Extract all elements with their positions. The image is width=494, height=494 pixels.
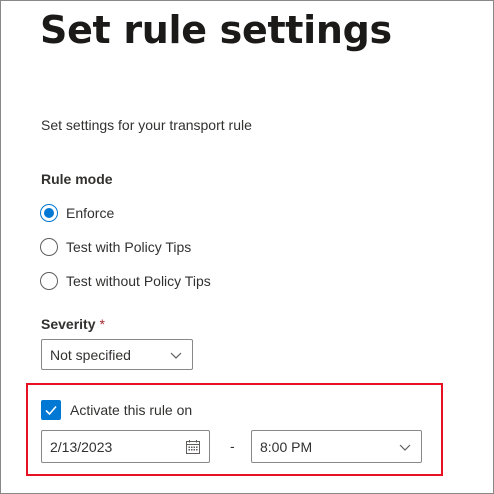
radio-unchecked-icon	[40, 238, 58, 256]
radio-label: Enforce	[66, 205, 115, 221]
activate-rule-checkbox[interactable]: Activate this rule on	[41, 400, 192, 420]
chevron-down-icon	[399, 444, 411, 451]
activation-date-value: 2/13/2023	[50, 438, 113, 455]
severity-label: Severity *	[41, 316, 105, 332]
severity-dropdown[interactable]: Not specified	[41, 339, 193, 370]
severity-label-text: Severity	[41, 316, 96, 332]
activate-rule-label: Activate this rule on	[70, 402, 193, 418]
radio-label: Test with Policy Tips	[66, 239, 192, 255]
page-title: Set rule settings	[40, 8, 392, 52]
radio-checked-icon	[40, 204, 58, 222]
calendar-icon[interactable]	[185, 439, 201, 455]
date-time-separator: -	[230, 438, 235, 454]
checkmark-icon	[41, 400, 61, 420]
activation-time-value: 8:00 PM	[260, 438, 313, 455]
radio-test-with-policy-tips[interactable]: Test with Policy Tips	[40, 236, 191, 258]
radio-unchecked-icon	[40, 272, 58, 290]
activation-date-picker[interactable]: 2/13/2023	[41, 430, 210, 463]
radio-test-without-policy-tips[interactable]: Test without Policy Tips	[40, 270, 211, 292]
chevron-down-icon	[170, 352, 182, 359]
required-marker: *	[99, 316, 105, 332]
activation-time-dropdown[interactable]: 8:00 PM	[251, 430, 422, 463]
rule-mode-label: Rule mode	[41, 171, 113, 187]
severity-value: Not specified	[50, 346, 131, 363]
radio-enforce[interactable]: Enforce	[40, 202, 114, 224]
page-description: Set settings for your transport rule	[41, 117, 252, 133]
radio-label: Test without Policy Tips	[66, 273, 211, 289]
